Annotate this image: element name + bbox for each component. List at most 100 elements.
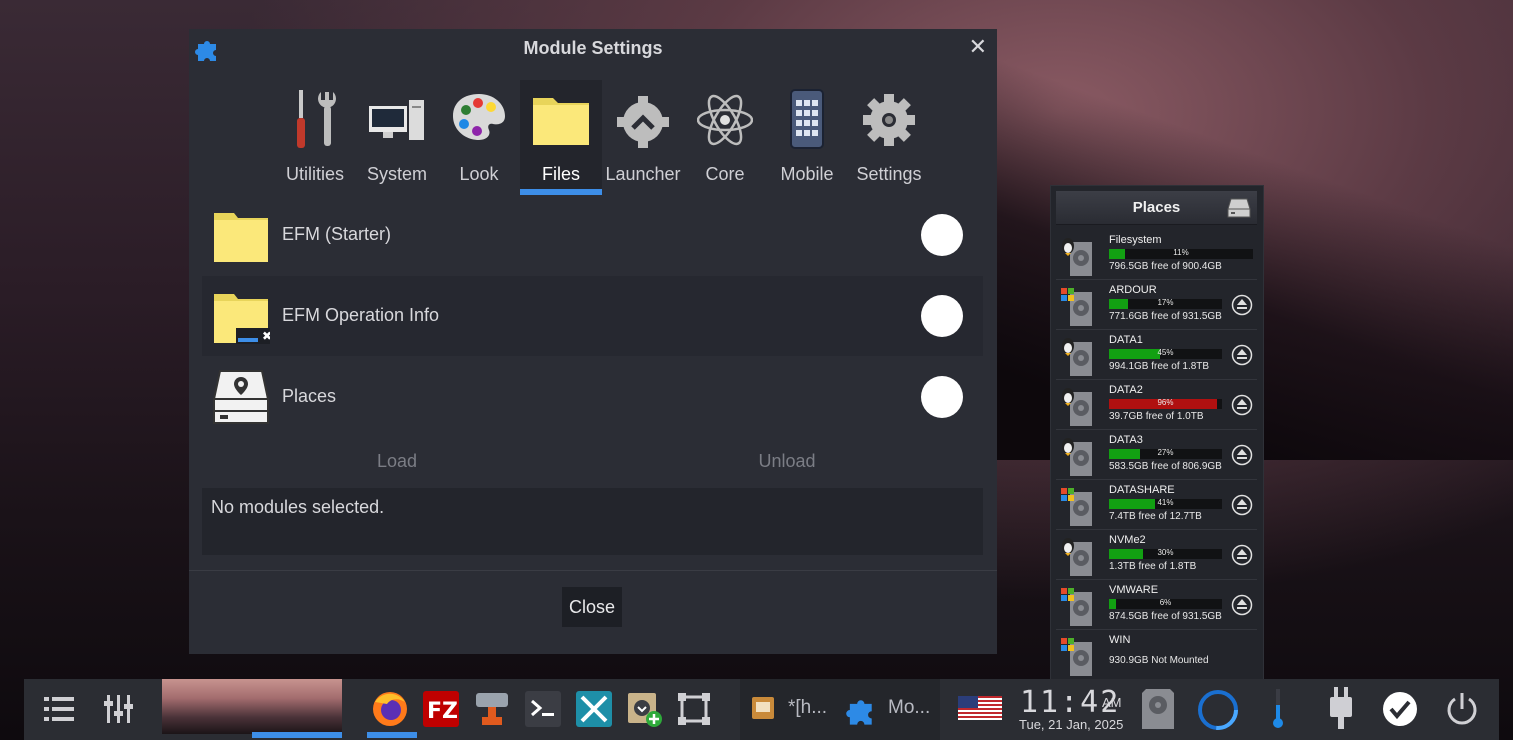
load-button[interactable]: Load bbox=[202, 451, 592, 472]
keyboard-layout-button[interactable] bbox=[954, 679, 1004, 740]
tab-core[interactable]: Core bbox=[684, 80, 766, 195]
active-desktop-indicator bbox=[252, 732, 342, 738]
svg-text:✖: ✖ bbox=[262, 329, 270, 343]
task-module-settings[interactable]: Mo... bbox=[837, 679, 940, 740]
task-label: Mo... bbox=[888, 697, 931, 718]
drive-row[interactable]: Filesystem 11% 796.5GB free of 900.4GB bbox=[1056, 230, 1257, 280]
drive-info: 930.9GB Not Mounted bbox=[1109, 655, 1209, 666]
eject-icon[interactable] bbox=[1231, 594, 1253, 616]
places-header: Places bbox=[1056, 191, 1257, 225]
tab-settings[interactable]: Settings bbox=[848, 80, 930, 195]
usage-bar: 6% bbox=[1109, 598, 1222, 609]
close-button[interactable]: Close bbox=[562, 587, 622, 627]
module-name: EFM (Starter) bbox=[282, 224, 392, 244]
eject-icon[interactable] bbox=[1231, 544, 1253, 566]
running-indicator bbox=[367, 732, 417, 738]
usage-percent: 45% bbox=[1157, 348, 1174, 357]
task-image-editor[interactable]: *[h... bbox=[740, 679, 837, 740]
tab-label: Files bbox=[541, 164, 580, 184]
module-toggle[interactable] bbox=[921, 214, 963, 256]
image-editor-icon bbox=[752, 697, 774, 719]
usage-percent: 96% bbox=[1157, 398, 1174, 407]
gear-icon bbox=[617, 96, 669, 148]
drive-row[interactable]: ARDOUR 17% 771.6GB free of 931.5GB bbox=[1056, 280, 1257, 330]
module-toggle[interactable] bbox=[921, 376, 963, 418]
drive-row[interactable]: DATA2 96% 39.7GB free of 1.0TB bbox=[1056, 380, 1257, 430]
close-icon[interactable]: ✕ bbox=[969, 35, 987, 60]
tab-label: Utilities bbox=[285, 164, 344, 184]
penguin-disk-icon bbox=[1062, 538, 1092, 576]
drive-row[interactable]: DATA1 45% 994.1GB free of 1.8TB bbox=[1056, 330, 1257, 380]
drive-name: WIN bbox=[1109, 634, 1131, 646]
cpu-gauge-icon bbox=[1198, 690, 1238, 730]
package-installer-launcher[interactable] bbox=[622, 679, 670, 740]
unload-button[interactable]: Unload bbox=[592, 451, 982, 472]
settings-tools-launcher[interactable] bbox=[572, 679, 620, 740]
windows-disk-icon bbox=[1061, 588, 1092, 626]
mixer-button[interactable] bbox=[94, 679, 144, 740]
window-titlebar[interactable]: Module Settings ✕ bbox=[189, 29, 997, 67]
firefox-launcher[interactable] bbox=[367, 679, 417, 740]
module-settings-window: Module Settings ✕ Utilities System Look … bbox=[189, 29, 997, 654]
disk-icon bbox=[1142, 689, 1174, 729]
svg-text:FZ: FZ bbox=[427, 699, 458, 724]
power-plug-button[interactable] bbox=[1322, 679, 1362, 740]
folder-icon bbox=[214, 213, 268, 262]
usage-bar: 27% bbox=[1109, 448, 1222, 459]
filezilla-launcher[interactable]: FZ bbox=[419, 679, 467, 740]
drive-name: VMWARE bbox=[1109, 584, 1159, 596]
terminal-icon bbox=[525, 691, 561, 727]
places-shelf-button[interactable] bbox=[1136, 679, 1180, 740]
module-row-efm-operation-info[interactable]: ✖ EFM Operation Info bbox=[202, 276, 983, 356]
drive-name: DATA3 bbox=[1109, 434, 1143, 446]
windows-disk-icon bbox=[1061, 288, 1092, 326]
usage-percent: 11% bbox=[1173, 248, 1189, 257]
power-button[interactable] bbox=[1442, 679, 1482, 740]
tab-label: Mobile bbox=[780, 164, 834, 184]
cpu-monitor[interactable] bbox=[1194, 679, 1242, 740]
screenshot-launcher[interactable] bbox=[672, 679, 720, 740]
module-row-places[interactable]: Places bbox=[202, 357, 983, 437]
eject-icon[interactable] bbox=[1231, 344, 1253, 366]
tab-mobile[interactable]: Mobile bbox=[766, 80, 848, 195]
virtual-desktop-1[interactable] bbox=[162, 679, 252, 734]
network-icon bbox=[476, 693, 508, 725]
eject-icon[interactable] bbox=[1231, 494, 1253, 516]
drive-icon bbox=[212, 370, 270, 424]
tab-files[interactable]: Files bbox=[520, 80, 602, 195]
computer-icon bbox=[369, 100, 424, 140]
tasks-done-button[interactable] bbox=[1380, 679, 1420, 740]
module-row-efm-starter[interactable]: EFM (Starter) bbox=[202, 195, 983, 275]
drive-row[interactable]: VMWARE 6% 874.5GB free of 931.5GB bbox=[1056, 580, 1257, 630]
usage-bar: 11% bbox=[1109, 248, 1253, 259]
drive-row[interactable]: WIN 930.9GB Not Mounted bbox=[1056, 630, 1257, 680]
drive-info: 1.3TB free of 1.8TB bbox=[1109, 561, 1197, 572]
drive-info: 771.6GB free of 931.5GB bbox=[1109, 311, 1222, 322]
tab-launcher[interactable]: Launcher bbox=[602, 80, 684, 195]
drive-info: 796.5GB free of 900.4GB bbox=[1109, 261, 1222, 272]
tab-utilities[interactable]: Utilities bbox=[274, 80, 356, 195]
menu-button[interactable] bbox=[34, 679, 84, 740]
virtual-desktop-2[interactable] bbox=[252, 679, 342, 734]
eject-icon[interactable] bbox=[1231, 394, 1253, 416]
temperature-monitor[interactable] bbox=[1262, 679, 1292, 740]
drive-row[interactable]: DATA3 27% 583.5GB free of 806.9GB bbox=[1056, 430, 1257, 480]
module-toggle[interactable] bbox=[921, 295, 963, 337]
drive-icon[interactable] bbox=[1227, 197, 1251, 219]
penguin-disk-icon bbox=[1062, 238, 1092, 276]
drive-row[interactable]: NVMe2 30% 1.3TB free of 1.8TB bbox=[1056, 530, 1257, 580]
folder-progress-icon: ✖ bbox=[214, 294, 270, 344]
eject-icon[interactable] bbox=[1231, 444, 1253, 466]
tools-icon bbox=[576, 691, 612, 727]
drive-info: 39.7GB free of 1.0TB bbox=[1109, 411, 1204, 422]
module-info-box: No modules selected. bbox=[202, 488, 983, 555]
eject-icon[interactable] bbox=[1231, 294, 1253, 316]
drive-row[interactable]: DATASHARE 41% 7.4TB free of 12.7TB bbox=[1056, 480, 1257, 530]
tab-system[interactable]: System bbox=[356, 80, 438, 195]
task-label: *[h... bbox=[788, 697, 828, 718]
network-tool-launcher[interactable] bbox=[470, 679, 518, 740]
tab-look[interactable]: Look bbox=[438, 80, 520, 195]
settings-icon bbox=[863, 94, 915, 146]
terminal-launcher[interactable] bbox=[521, 679, 569, 740]
drive-name: Filesystem bbox=[1109, 234, 1162, 246]
